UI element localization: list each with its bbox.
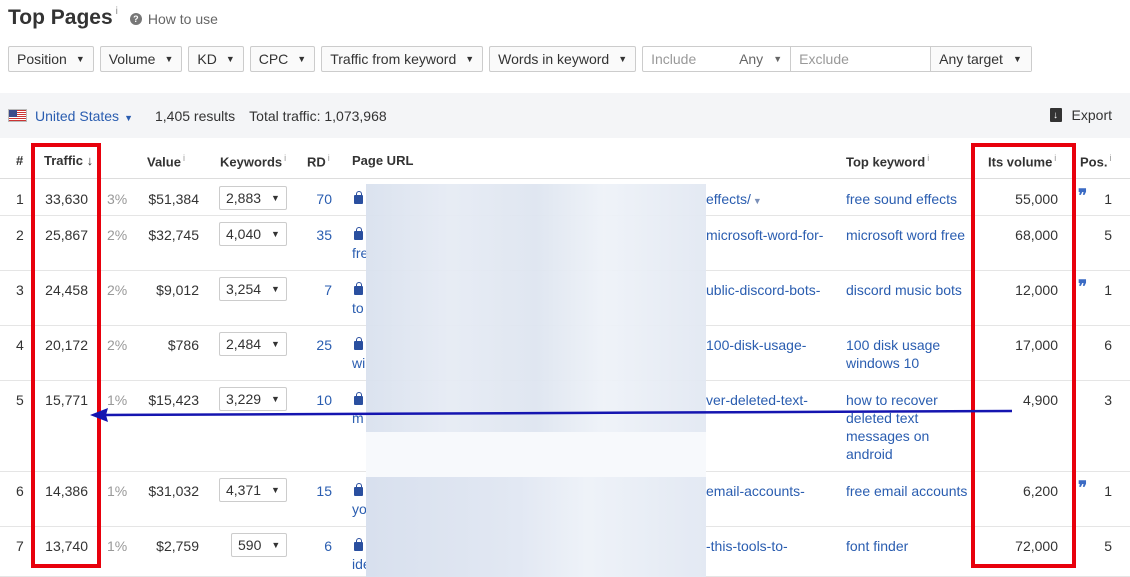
annotation-arrow [90,408,1013,422]
arrow-line [103,409,1013,417]
arrow-head [90,408,108,422]
